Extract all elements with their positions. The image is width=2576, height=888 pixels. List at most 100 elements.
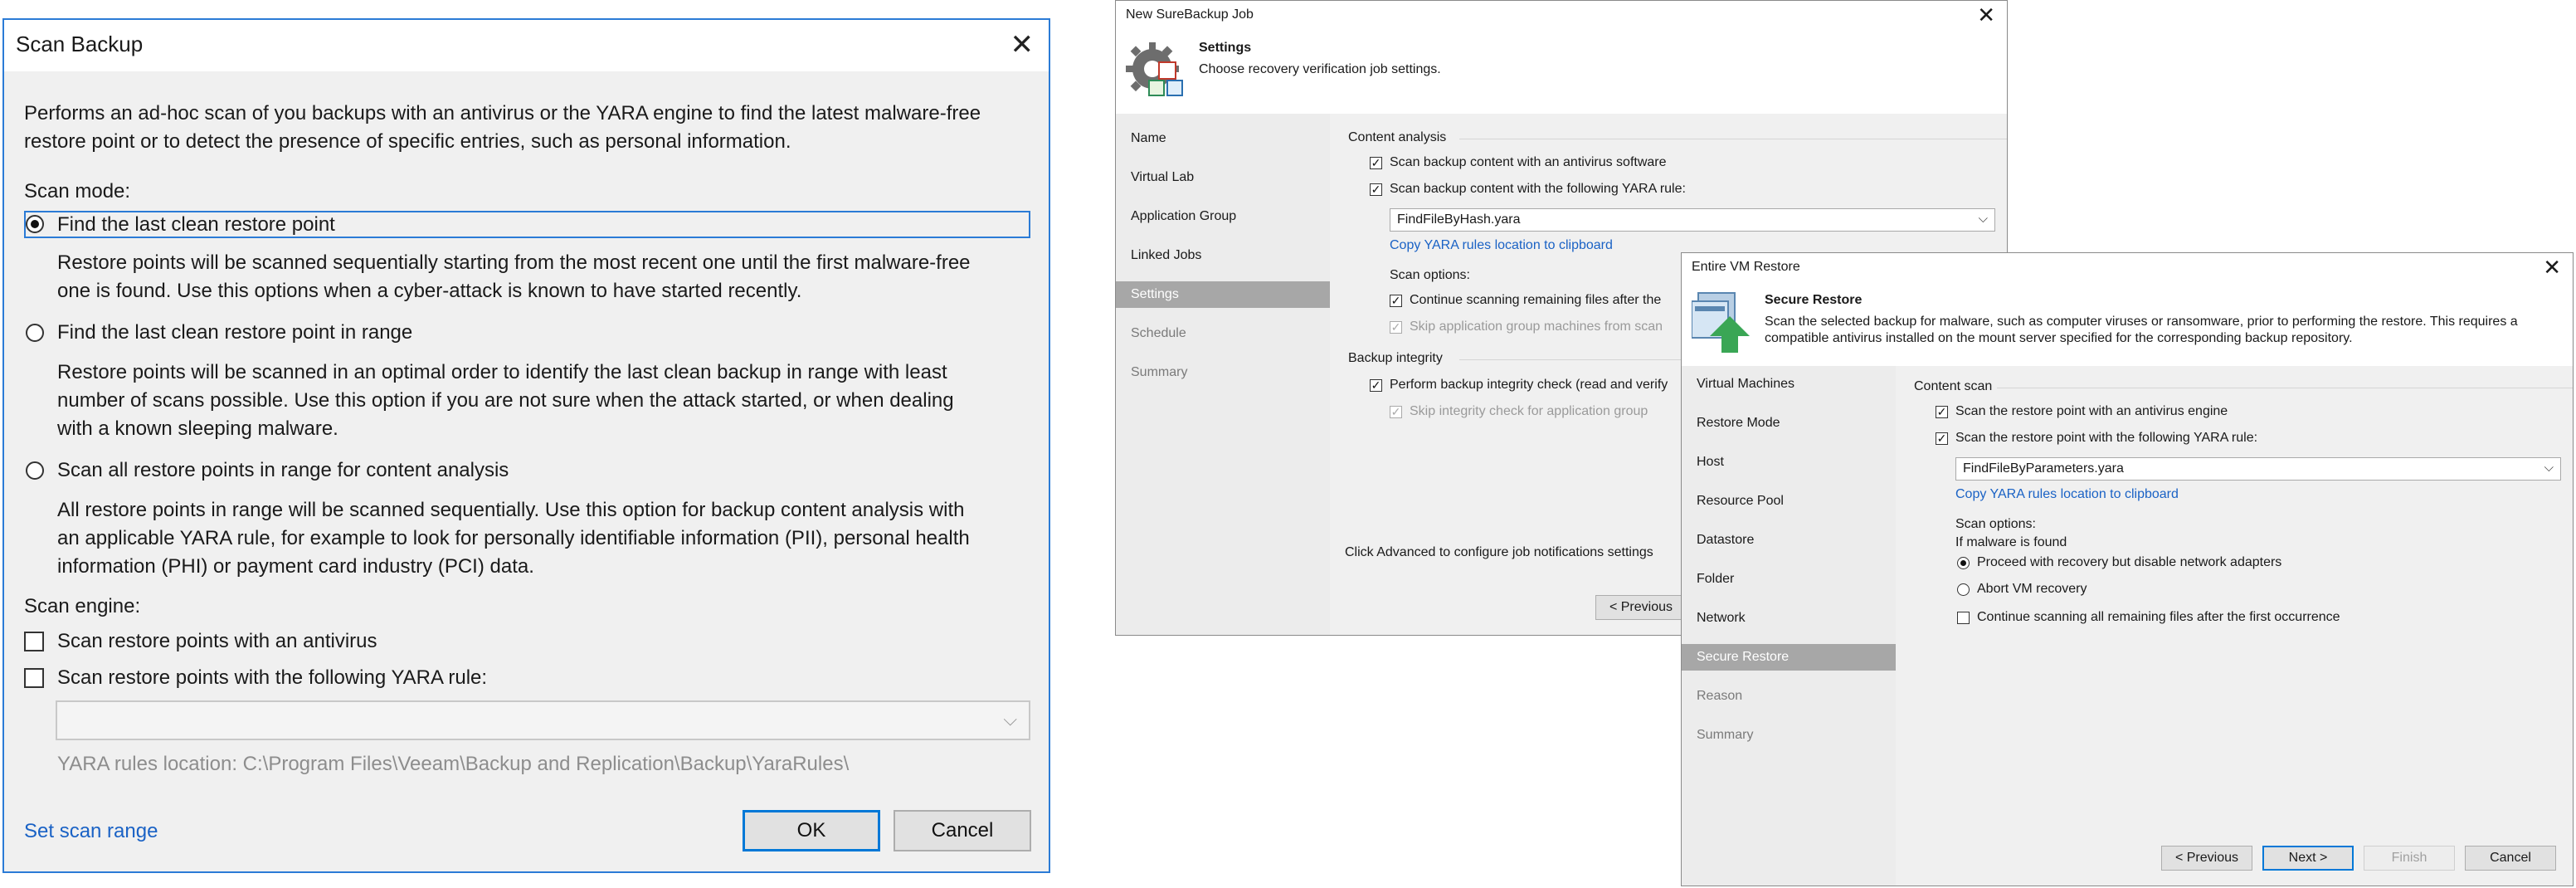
skip-integrity-label: Skip integrity check for application gro… (1410, 404, 1648, 418)
step-datastore[interactable]: Datastore (1682, 527, 1896, 554)
step-host[interactable]: Host (1682, 449, 1896, 476)
integrity-checkbox[interactable]: ✓ (1370, 379, 1382, 392)
antivirus-checkbox[interactable] (24, 632, 44, 651)
wizard-title: New SureBackup Job (1126, 7, 1254, 22)
previous-button[interactable]: < Previous (2161, 846, 2252, 871)
scan-options-label: Scan options: (1955, 517, 2036, 531)
abort-radio-label[interactable]: Abort VM recovery (1977, 582, 2087, 597)
header-subtitle-line-2: compatible antivirus installed on the mo… (1765, 331, 2353, 345)
skip-group-label: Skip application group machines from sca… (1410, 320, 1663, 334)
previous-button[interactable]: < Previous (1595, 595, 1687, 620)
next-button[interactable]: Next > (2262, 846, 2354, 871)
yara-location-text: YARA rules location: C:\Program Files\Ve… (57, 753, 850, 775)
step-summary: Summary (1131, 365, 1188, 379)
yara-checkbox[interactable] (24, 668, 44, 688)
radio-last-clean-in-range[interactable] (26, 324, 44, 342)
continue-scanning-label[interactable]: Continue scanning remaining files after … (1410, 293, 1661, 308)
cancel-button[interactable]: Cancel (2465, 846, 2556, 871)
ok-button[interactable]: OK (743, 810, 880, 851)
option-in-range-desc-3: with a known sleeping malware. (57, 417, 338, 440)
yara-checkbox-label[interactable]: Scan restore points with the following Y… (57, 664, 487, 692)
scan-options-label: Scan options: (1390, 268, 1470, 282)
step-summary: Summary (1697, 728, 1754, 742)
antivirus-engine-checkbox[interactable]: ✓ (1936, 406, 1948, 418)
radio-scan-all[interactable] (26, 461, 44, 480)
option-last-clean-desc-2: one is found. Use this options when a cy… (57, 280, 802, 302)
yara-checkbox[interactable]: ✓ (1936, 432, 1948, 445)
continue-scanning-checkbox[interactable] (1957, 612, 1970, 624)
set-scan-range-link[interactable]: Set scan range (24, 820, 158, 843)
step-virtual-machines[interactable]: Virtual Machines (1682, 371, 1896, 398)
header-subtitle-line-1: Scan the selected backup for malware, su… (1765, 315, 2518, 329)
step-reason: Reason (1697, 689, 1743, 703)
step-schedule: Schedule (1131, 326, 1186, 340)
chevron-down-icon: ⌵ (1978, 212, 1988, 226)
antivirus-engine-label[interactable]: Scan the restore point with an antivirus… (1955, 404, 2228, 419)
wizard-steps: Name Virtual Lab Application Group Linke… (1116, 114, 1330, 635)
settings-gear-icon (1126, 42, 1183, 96)
option-in-range-label[interactable]: Find the last clean restore point in ran… (57, 319, 412, 347)
option-scan-all-desc-3: information (PHI) or payment card indust… (57, 555, 534, 578)
integrity-checkbox-label[interactable]: Perform backup integrity check (read and… (1390, 378, 1668, 393)
yara-rule-value: FindFileByHash.yara (1397, 212, 1521, 227)
step-secure-restore[interactable]: Secure Restore (1682, 644, 1896, 671)
wizard-steps: Virtual Machines Restore Mode Host Resou… (1682, 366, 1896, 886)
step-name[interactable]: Name (1116, 125, 1330, 152)
backup-integrity-heading: Backup integrity (1348, 351, 1443, 365)
option-last-clean-desc-1: Restore points will be scanned sequentia… (57, 251, 971, 274)
yara-checkbox[interactable]: ✓ (1370, 183, 1382, 196)
option-last-clean-label[interactable]: Find the last clean restore point (57, 211, 335, 239)
if-malware-found-label: If malware is found (1955, 535, 2067, 549)
step-virtual-lab[interactable]: Virtual Lab (1116, 164, 1330, 191)
title-bar: Scan Backup ✕ (4, 20, 1049, 71)
radio-last-clean[interactable] (26, 215, 44, 233)
cancel-button[interactable]: Cancel (894, 810, 1031, 851)
antivirus-checkbox-label[interactable]: Scan backup content with an antivirus so… (1390, 155, 1667, 170)
copy-yara-location-link[interactable]: Copy YARA rules location to clipboard (1390, 238, 1613, 253)
header-subtitle: Choose recovery verification job setting… (1199, 62, 1441, 76)
close-icon[interactable]: ✕ (1010, 28, 1035, 61)
step-folder[interactable]: Folder (1682, 566, 1896, 593)
step-restore-mode[interactable]: Restore Mode (1682, 410, 1896, 437)
option-scan-all-label[interactable]: Scan all restore points in range for con… (57, 456, 509, 485)
continue-scanning-checkbox[interactable]: ✓ (1390, 295, 1402, 307)
description-line-1: Performs an ad-hoc scan of you backups w… (24, 102, 981, 124)
close-icon[interactable]: ✕ (2543, 255, 2561, 281)
finish-button: Finish (2364, 846, 2455, 871)
yara-rule-select[interactable]: ⌵ (56, 700, 1030, 740)
antivirus-checkbox-label[interactable]: Scan restore points with an antivirus (57, 627, 377, 656)
proceed-radio[interactable] (1957, 557, 1970, 569)
scan-mode-label: Scan mode: (24, 180, 131, 202)
scan-backup-dialog: Scan Backup ✕ Performs an ad-hoc scan of… (2, 18, 1050, 873)
step-network[interactable]: Network (1682, 605, 1896, 632)
step-application-group[interactable]: Application Group (1116, 203, 1330, 230)
description-line-2: restore point or to detect the presence … (24, 130, 791, 153)
copy-yara-location-link[interactable]: Copy YARA rules location to clipboard (1955, 487, 2179, 502)
yara-checkbox-label[interactable]: Scan the restore point with the followin… (1955, 431, 2257, 446)
step-settings[interactable]: Settings (1116, 281, 1330, 308)
header-title: Settings (1199, 41, 1252, 55)
antivirus-checkbox[interactable]: ✓ (1370, 157, 1382, 169)
content-analysis-heading: Content analysis (1348, 130, 1447, 144)
content-scan-heading: Content scan (1914, 379, 1993, 393)
abort-radio[interactable] (1957, 583, 1970, 596)
scan-engine-label: Scan engine: (24, 595, 141, 617)
proceed-radio-label[interactable]: Proceed with recovery but disable networ… (1977, 555, 2281, 570)
continue-scanning-label[interactable]: Continue scanning all remaining files af… (1977, 610, 2340, 625)
chevron-down-icon: ⌵ (1003, 709, 1017, 729)
dialog-title: Scan Backup (16, 32, 144, 56)
vm-restore-wizard: Entire VM Restore ✕ Secure Restore Scan … (1681, 252, 2574, 886)
yara-checkbox-label[interactable]: Scan backup content with the following Y… (1390, 182, 1686, 197)
step-linked-jobs[interactable]: Linked Jobs (1116, 242, 1330, 269)
option-in-range-desc-1: Restore points will be scanned in an opt… (57, 361, 947, 383)
chevron-down-icon: ⌵ (2544, 461, 2554, 475)
yara-rule-value: FindFileByParameters.yara (1963, 461, 2124, 476)
option-scan-all-desc-1: All restore points in range will be scan… (57, 499, 965, 521)
close-icon[interactable]: ✕ (1977, 2, 1995, 28)
secure-restore-icon (1692, 292, 1750, 353)
skip-group-checkbox: ✓ (1390, 320, 1402, 334)
skip-integrity-checkbox: ✓ (1390, 405, 1402, 418)
step-resource-pool[interactable]: Resource Pool (1682, 488, 1896, 515)
yara-rule-select[interactable]: FindFileByHash.yara ⌵ (1390, 208, 1995, 232)
yara-rule-select[interactable]: FindFileByParameters.yara ⌵ (1955, 457, 2561, 481)
